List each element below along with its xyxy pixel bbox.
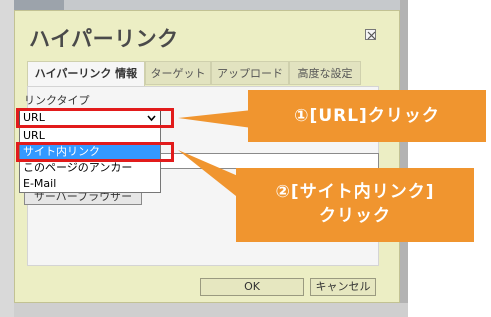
callout-1-text: ①[URL]クリック bbox=[294, 106, 440, 126]
callout-2: ②[サイト内リンク] クリック bbox=[236, 168, 474, 242]
callout2-pointer bbox=[178, 150, 238, 196]
callout-2-line2: クリック bbox=[319, 206, 391, 226]
callout-2-line1: ②[サイト内リンク] bbox=[275, 182, 435, 202]
callout-1: ①[URL]クリック bbox=[248, 90, 486, 142]
callout1-pointer bbox=[178, 110, 252, 128]
callout-arrows bbox=[178, 110, 252, 196]
